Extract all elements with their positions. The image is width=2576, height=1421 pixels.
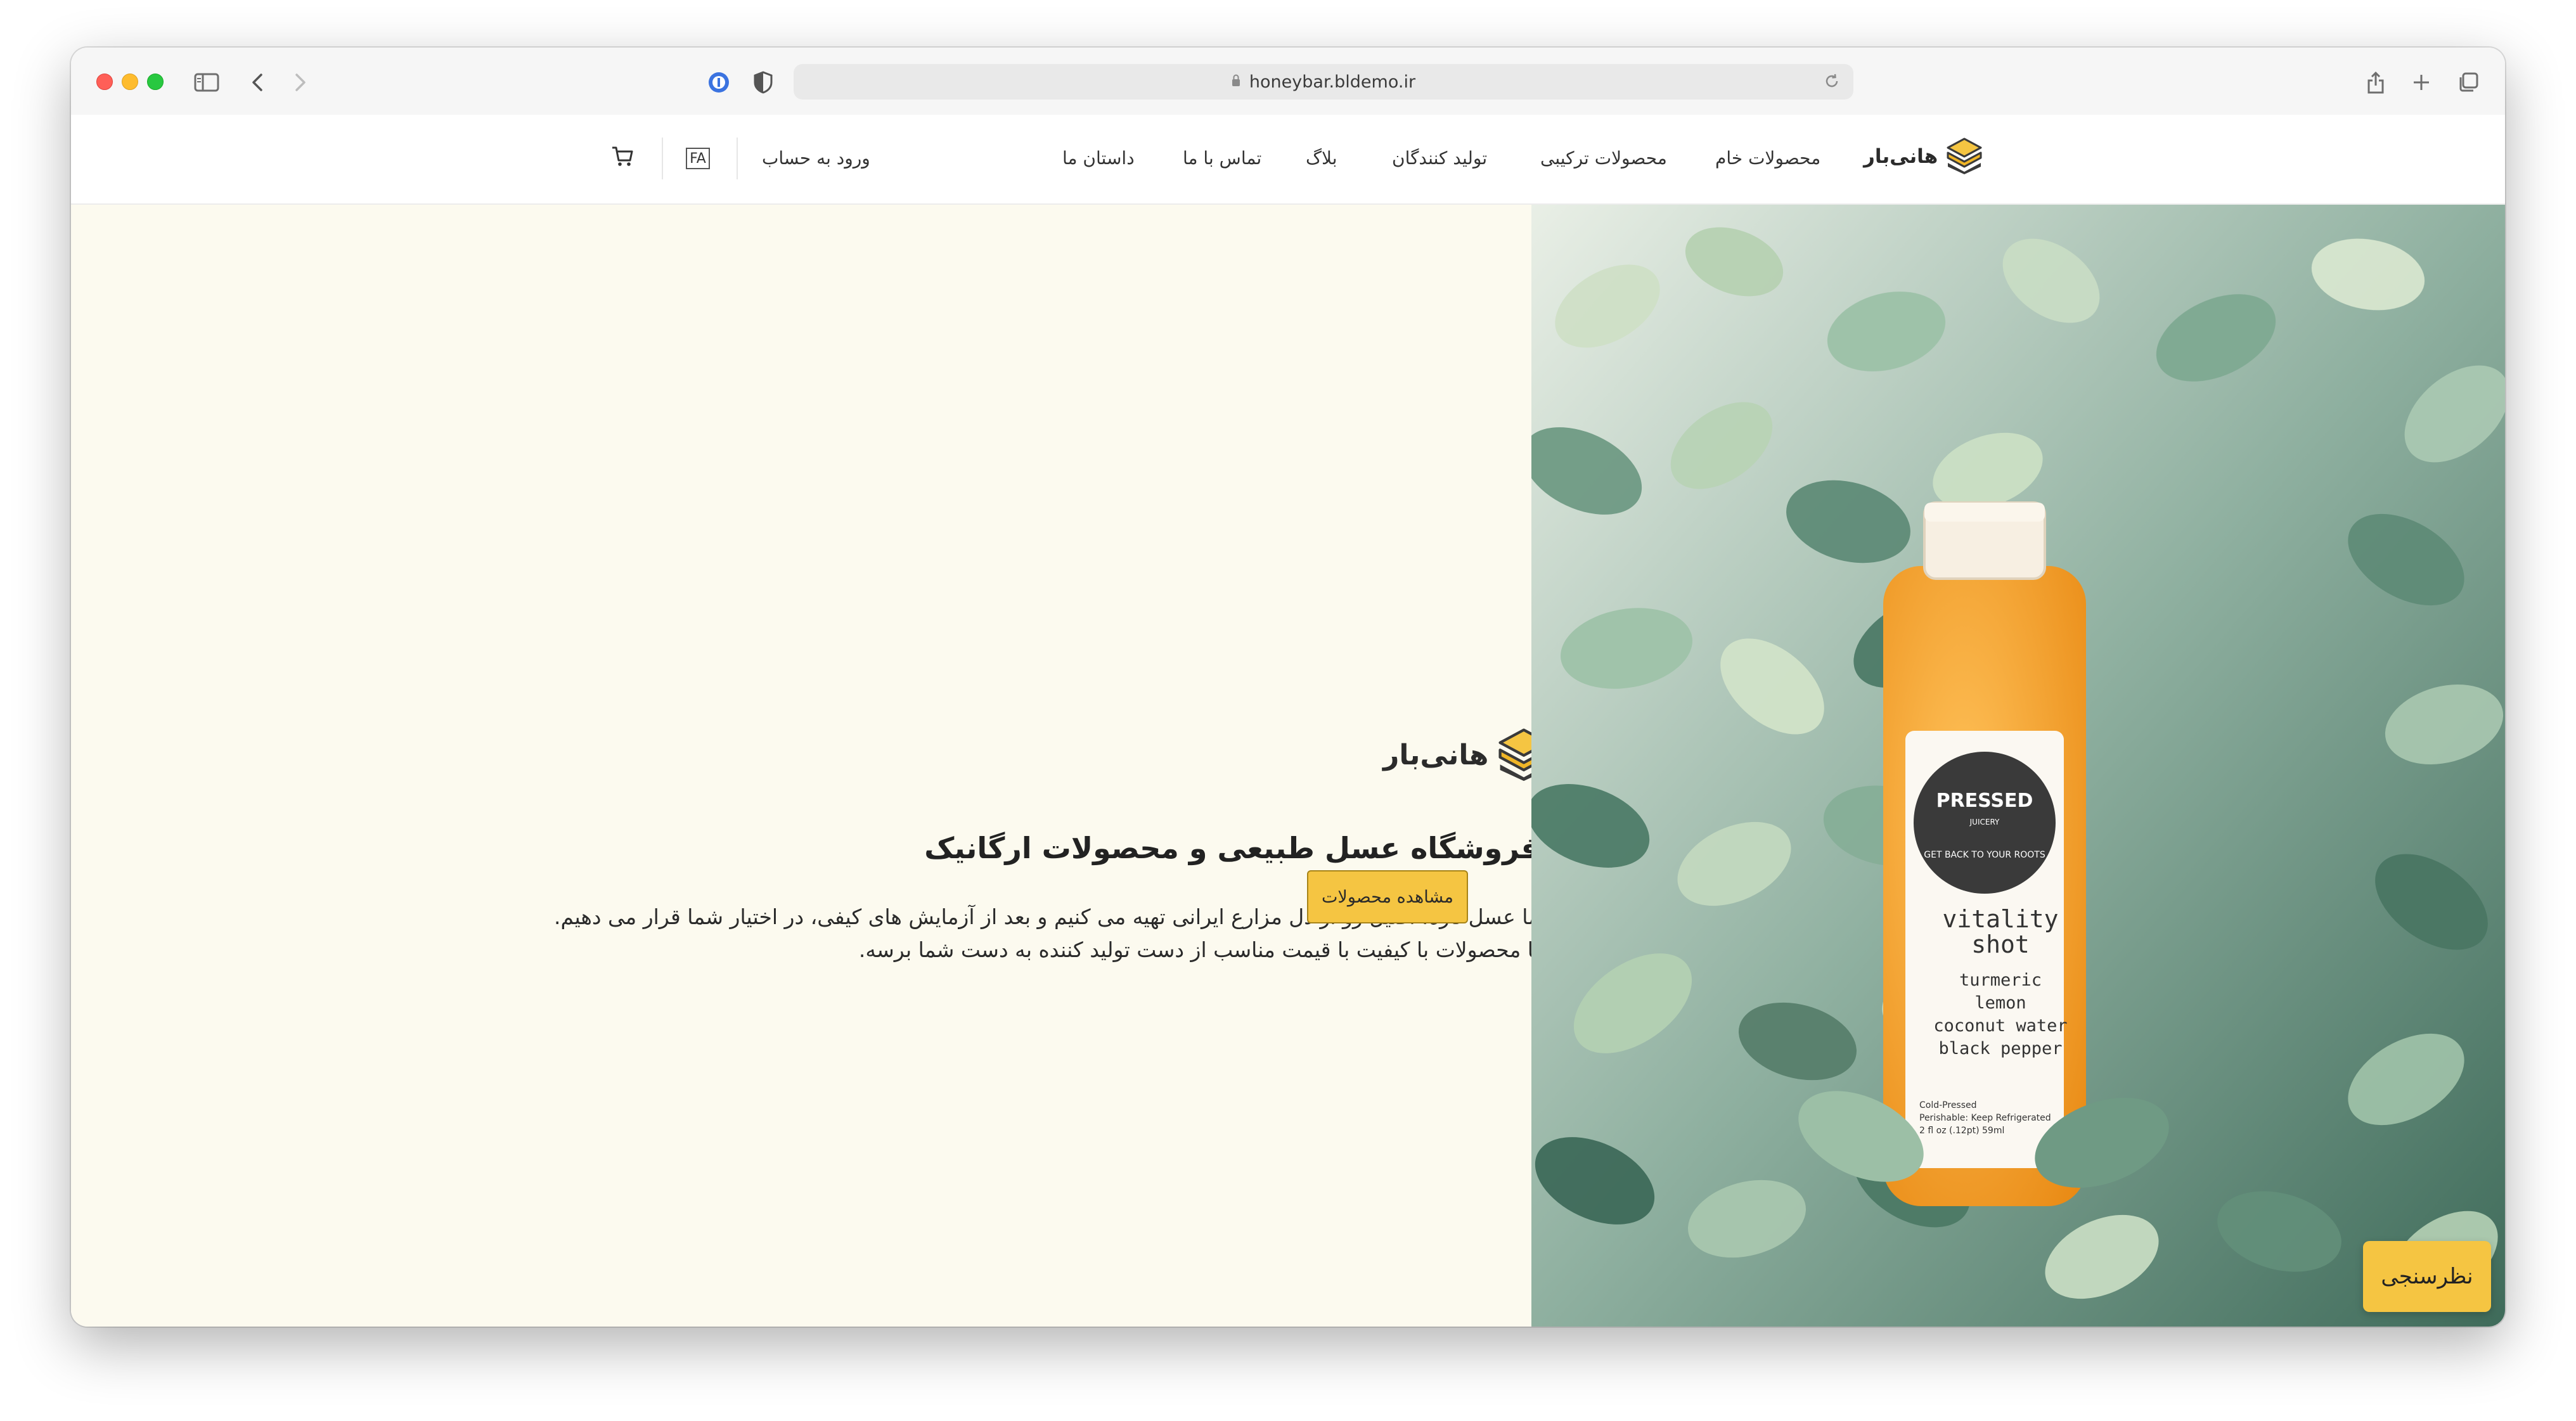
back-icon[interactable] [243, 68, 271, 96]
nav-producers[interactable]: تولید کنندگان [1392, 148, 1487, 169]
nav-mixed-products[interactable]: محصولات ترکیبی [1540, 148, 1667, 169]
share-icon[interactable] [2362, 68, 2390, 96]
language-button[interactable]: FA [686, 148, 710, 169]
minimize-window-button[interactable] [122, 74, 138, 90]
nav-raw-products[interactable]: محصولات خام [1715, 148, 1820, 169]
header-divider [662, 138, 663, 179]
header-logo[interactable]: هانی‌بار [1864, 135, 1985, 178]
bottle-ingredient: lemon [1974, 993, 2026, 1013]
bottle-ingredient: turmeric [1959, 970, 2042, 990]
hero-section: هانی‌بار فروشگاه عسل طبیعی و محصولات ارگ… [71, 205, 1549, 1327]
view-products-button[interactable]: مشاهده محصولات [1307, 870, 1468, 923]
honeycomb-box-icon [1944, 135, 1985, 178]
password-manager-icon[interactable] [705, 68, 733, 96]
bottle-slogan: GET BACK TO YOUR ROOTS [1924, 850, 2045, 860]
header-divider [737, 138, 738, 179]
hero-product-image: PRESSED JUICERY GET BACK TO YOUR ROOTS v… [1531, 205, 2505, 1327]
forward-icon[interactable] [287, 68, 314, 96]
url-text: honeybar.bldemo.ir [1249, 72, 1416, 92]
nav-our-story[interactable]: داستان ما [1062, 148, 1135, 169]
bottle-footnote: Perishable: Keep Refrigerated [1919, 1113, 2051, 1123]
sidebar-toggle-icon[interactable] [193, 68, 221, 96]
new-tab-icon[interactable] [2407, 68, 2435, 96]
reload-icon[interactable] [1823, 72, 1841, 94]
browser-window: honeybar.bldemo.ir هانی‌بار [71, 48, 2505, 1327]
header-logo-text: هانی‌بار [1864, 145, 1938, 168]
bottle-brand-sub: JUICERY [1969, 818, 2000, 826]
product-photo-illustration: PRESSED JUICERY GET BACK TO YOUR ROOTS v… [1531, 205, 2505, 1327]
tab-overview-icon[interactable] [2454, 68, 2482, 96]
cart-icon[interactable] [611, 145, 634, 170]
bottle-ingredient: black pepper [1938, 1039, 2062, 1058]
hero-content: هانی‌بار فروشگاه عسل طبیعی و محصولات ارگ… [451, 728, 1549, 1130]
browser-toolbar: honeybar.bldemo.ir [71, 48, 2505, 116]
nav-contact[interactable]: تماس با ما [1183, 148, 1261, 169]
hero-title: فروشگاه عسل طبیعی و محصولات ارگانیک [924, 831, 1540, 865]
privacy-shield-icon[interactable] [749, 68, 777, 96]
bottle-footnote: Cold-Pressed [1919, 1100, 1977, 1110]
hero-logo-text: هانی‌بار [1383, 738, 1489, 771]
bottle-footnote: 2 fl oz (.12pt) 59ml [1919, 1126, 2004, 1136]
bottle-brand: PRESSED [1936, 790, 2033, 812]
site-header: هانی‌بار محصولات خام محصولات ترکیبی تولی… [71, 115, 2505, 205]
lock-icon [1232, 74, 1240, 90]
survey-button[interactable]: نظرسنجی [2363, 1241, 2491, 1312]
bottle-name-line: vitality [1942, 905, 2058, 933]
login-link[interactable]: ورود به حساب [762, 148, 870, 169]
zoom-window-button[interactable] [147, 74, 164, 90]
hero-logo: هانی‌بار [1383, 724, 1553, 785]
bottle-name-line: shot [1971, 930, 2030, 958]
hero-description-line: تا محصولات با کیفیت با قیمت مناسب از دست… [858, 937, 1540, 962]
close-window-button[interactable] [96, 74, 113, 90]
nav-blog[interactable]: بلاگ [1306, 148, 1337, 169]
bottle-ingredient: coconut water [1933, 1016, 2067, 1036]
address-bar[interactable]: honeybar.bldemo.ir [794, 64, 1853, 100]
